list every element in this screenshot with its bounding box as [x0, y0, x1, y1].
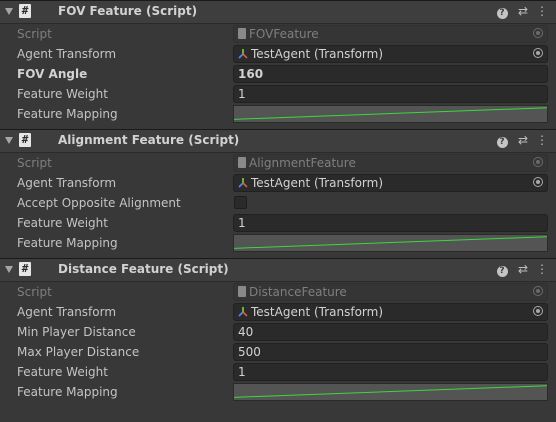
- field-label[interactable]: Feature Weight: [17, 365, 108, 379]
- field-label: Agent Transform: [17, 305, 117, 319]
- agent-transform-row: Agent Transform TestAgent (Transform): [0, 173, 556, 193]
- object-picker-icon: [533, 286, 543, 296]
- script-field: AlignmentFeature: [233, 154, 548, 172]
- fov-angle-field[interactable]: 160: [233, 65, 548, 83]
- fov-angle-row: FOV Angle 160: [0, 64, 556, 84]
- component-title: Distance Feature (Script): [58, 262, 229, 276]
- agent-transform-value: TestAgent (Transform): [251, 305, 384, 319]
- script-file-icon: [238, 157, 246, 168]
- object-picker-icon[interactable]: [533, 306, 543, 316]
- feature-weight-field[interactable]: 1: [233, 363, 548, 381]
- field-label[interactable]: Feature Weight: [17, 87, 108, 101]
- feature-mapping-row: Feature Mapping: [0, 382, 556, 402]
- foldout-arrow-icon[interactable]: [5, 137, 13, 144]
- presets-icon[interactable]: ⇄: [515, 3, 531, 19]
- presets-icon[interactable]: ⇄: [515, 261, 531, 277]
- min-player-distance-field[interactable]: 40: [233, 323, 548, 341]
- min-player-distance-row: Min Player Distance 40: [0, 322, 556, 342]
- curve-line: [234, 384, 547, 400]
- component-title: Alignment Feature (Script): [58, 133, 240, 147]
- feature-mapping-curve[interactable]: [233, 105, 548, 123]
- script-field: FOVFeature: [233, 25, 548, 43]
- component-header[interactable]: # FOV Feature (Script) ? ⇄ ⋮: [0, 0, 556, 24]
- transform-icon: [238, 178, 248, 188]
- curve-line: [234, 106, 547, 122]
- field-label: Feature Mapping: [17, 107, 118, 121]
- script-label: Script: [17, 285, 52, 299]
- feature-weight-row: Feature Weight 1: [0, 362, 556, 382]
- component-fov-feature: # FOV Feature (Script) ? ⇄ ⋮ Script FOVF…: [0, 0, 556, 129]
- agent-transform-value: TestAgent (Transform): [251, 47, 384, 61]
- script-file-icon: [238, 286, 246, 297]
- kebab-menu-icon[interactable]: ⋮: [534, 3, 550, 19]
- field-label[interactable]: FOV Angle: [17, 67, 87, 81]
- object-picker-icon[interactable]: [533, 177, 543, 187]
- script-value: FOVFeature: [249, 27, 319, 41]
- agent-transform-field[interactable]: TestAgent (Transform): [233, 45, 548, 63]
- foldout-arrow-icon[interactable]: [5, 8, 13, 15]
- object-picker-icon: [533, 28, 543, 38]
- help-icon[interactable]: ?: [494, 132, 510, 148]
- field-label: Feature Mapping: [17, 236, 118, 250]
- curve-line: [234, 235, 547, 251]
- object-picker-icon: [533, 157, 543, 167]
- script-row: Script AlignmentFeature: [0, 153, 556, 173]
- object-picker-icon[interactable]: [533, 48, 543, 58]
- field-label: Agent Transform: [17, 176, 117, 190]
- component-header[interactable]: # Alignment Feature (Script) ? ⇄ ⋮: [0, 129, 556, 153]
- transform-icon: [238, 49, 248, 59]
- script-icon: #: [19, 133, 31, 147]
- help-icon[interactable]: ?: [494, 261, 510, 277]
- script-field: DistanceFeature: [233, 283, 548, 301]
- help-icon[interactable]: ?: [494, 3, 510, 19]
- agent-transform-row: Agent Transform TestAgent (Transform): [0, 302, 556, 322]
- script-value: AlignmentFeature: [249, 156, 356, 170]
- feature-weight-field[interactable]: 1: [233, 214, 548, 232]
- feature-mapping-curve[interactable]: [233, 234, 548, 252]
- component-title: FOV Feature (Script): [58, 4, 198, 18]
- component-alignment-feature: # Alignment Feature (Script) ? ⇄ ⋮ Scrip…: [0, 129, 556, 258]
- feature-weight-row: Feature Weight 1: [0, 213, 556, 233]
- accept-opposite-alignment-checkbox[interactable]: [234, 196, 247, 209]
- max-player-distance-field[interactable]: 500: [233, 343, 548, 361]
- script-row: Script DistanceFeature: [0, 282, 556, 302]
- script-icon: #: [19, 4, 31, 18]
- script-file-icon: [238, 28, 246, 39]
- agent-transform-field[interactable]: TestAgent (Transform): [233, 303, 548, 321]
- feature-weight-field[interactable]: 1: [233, 85, 548, 103]
- field-label: Agent Transform: [17, 47, 117, 61]
- field-label: Feature Mapping: [17, 385, 118, 399]
- kebab-menu-icon[interactable]: ⋮: [534, 261, 550, 277]
- component-header[interactable]: # Distance Feature (Script) ? ⇄ ⋮: [0, 258, 556, 282]
- accept-opposite-alignment-row: Accept Opposite Alignment: [0, 193, 556, 213]
- feature-weight-row: Feature Weight 1: [0, 84, 556, 104]
- transform-icon: [238, 307, 248, 317]
- feature-mapping-row: Feature Mapping: [0, 233, 556, 253]
- kebab-menu-icon[interactable]: ⋮: [534, 132, 550, 148]
- feature-mapping-curve[interactable]: [233, 383, 548, 401]
- script-icon: #: [19, 262, 31, 276]
- max-player-distance-row: Max Player Distance 500: [0, 342, 556, 362]
- script-label: Script: [17, 27, 52, 41]
- agent-transform-field[interactable]: TestAgent (Transform): [233, 174, 548, 192]
- field-label[interactable]: Feature Weight: [17, 216, 108, 230]
- field-label[interactable]: Max Player Distance: [17, 345, 139, 359]
- agent-transform-value: TestAgent (Transform): [251, 176, 384, 190]
- component-distance-feature: # Distance Feature (Script) ? ⇄ ⋮ Script…: [0, 258, 556, 402]
- script-value: DistanceFeature: [249, 285, 347, 299]
- feature-mapping-row: Feature Mapping: [0, 104, 556, 124]
- foldout-arrow-icon[interactable]: [5, 266, 13, 273]
- presets-icon[interactable]: ⇄: [515, 132, 531, 148]
- agent-transform-row: Agent Transform TestAgent (Transform): [0, 44, 556, 64]
- script-label: Script: [17, 156, 52, 170]
- field-label: Accept Opposite Alignment: [17, 196, 181, 210]
- script-row: Script FOVFeature: [0, 24, 556, 44]
- field-label[interactable]: Min Player Distance: [17, 325, 136, 339]
